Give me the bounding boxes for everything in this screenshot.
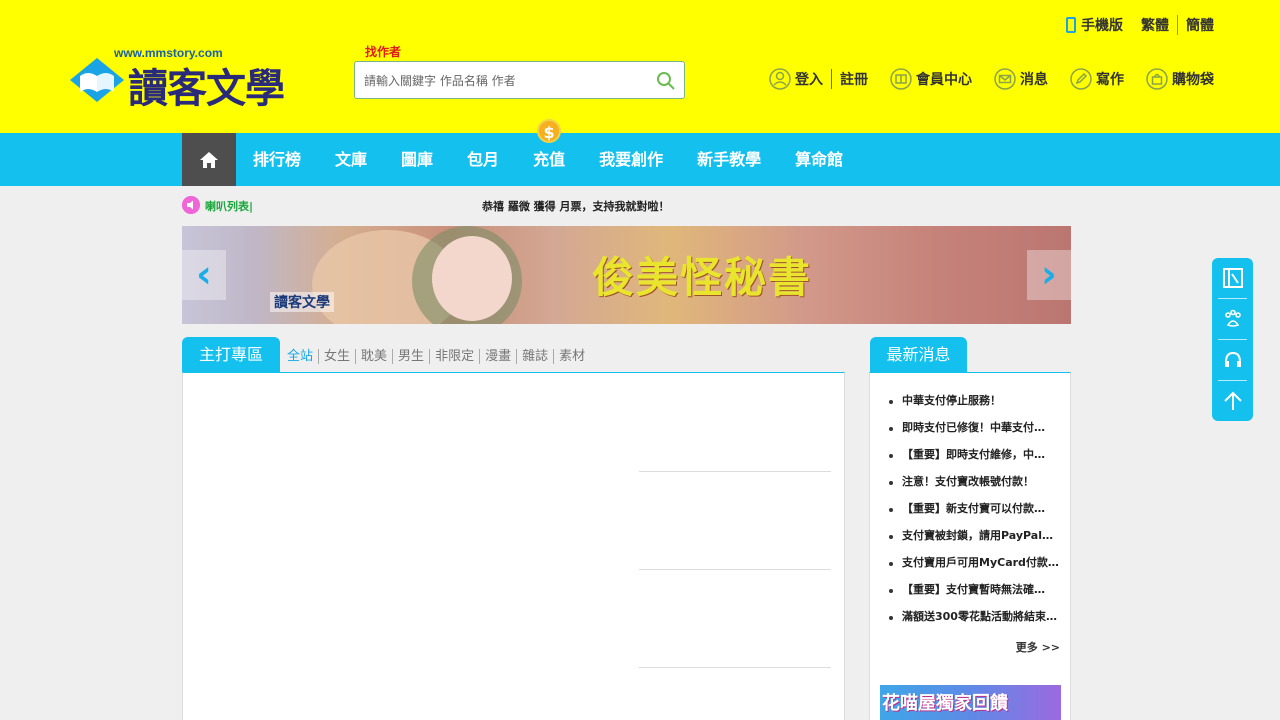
site-logo[interactable]: www.mmstory.com 讀客文學	[66, 46, 306, 112]
news-ad-banner[interactable]: 花喵屋獨家回饋	[880, 685, 1061, 720]
register-link[interactable]: 註冊	[840, 69, 868, 89]
login-link[interactable]: 登入	[795, 69, 823, 89]
side-toolbar	[1212, 258, 1253, 421]
nav-create[interactable]: 我要創作	[582, 133, 680, 186]
nav-gallery[interactable]: 圖庫	[384, 133, 450, 186]
nav-library[interactable]: 文庫	[318, 133, 384, 186]
mail-icon	[994, 68, 1016, 90]
simplified-chinese-link[interactable]: 簡體	[1186, 15, 1214, 35]
divider	[639, 569, 831, 570]
bookshelf-icon	[1222, 268, 1243, 288]
paw-button[interactable]	[1212, 299, 1253, 339]
user-links: 登入 註冊 會員中心 消息 寫作 購物袋	[769, 68, 1214, 90]
divider	[639, 471, 831, 472]
category-bl[interactable]: 耽美	[355, 349, 392, 364]
search-input[interactable]	[364, 71, 644, 91]
paw-icon	[1224, 309, 1241, 327]
banner-illustration	[432, 236, 512, 321]
banner-logo: 讀客文學	[270, 292, 334, 312]
news-ad-text: 花喵屋獨家回饋	[882, 693, 1008, 714]
news-item[interactable]: 【重要】即時支付維修，中…	[886, 445, 1064, 472]
search-box	[354, 61, 685, 99]
category-material[interactable]: 素材	[553, 349, 590, 364]
search-by-author-link[interactable]: 找作者	[365, 43, 401, 60]
news-item[interactable]: 即時支付已修復！中華支付…	[886, 418, 1064, 445]
user-icon	[769, 68, 791, 90]
shopping-bag[interactable]: 購物袋	[1146, 68, 1214, 90]
arrow-up-icon	[1223, 391, 1242, 410]
featured-categories: 全站 女生 耽美 男生 非限定 漫畫 雜誌 素材	[287, 349, 590, 364]
news-item[interactable]: 滿額送300零花點活動將結束…	[886, 607, 1064, 634]
nav-home[interactable]	[182, 133, 236, 186]
coin-icon: $	[537, 119, 562, 143]
news-item[interactable]: 注意！支付寶改帳號付款！	[886, 472, 1064, 499]
news-item[interactable]: 支付寶用戶可用MyCard付款…	[886, 553, 1064, 580]
back-to-top-button[interactable]	[1212, 381, 1253, 421]
news-item[interactable]: 【重要】支付寶暫時無法確…	[886, 580, 1064, 607]
login-register: 登入 註冊	[769, 68, 868, 90]
category-all[interactable]: 全站	[287, 349, 318, 364]
nav-ranking[interactable]: 排行榜	[236, 133, 318, 186]
nav-tutorial[interactable]: 新手教學	[680, 133, 778, 186]
home-icon	[200, 151, 218, 168]
category-comics[interactable]: 漫畫	[479, 349, 516, 364]
news-panel: 中華支付停止服務！ 即時支付已修復！中華支付… 【重要】即時支付維修，中… 注意…	[869, 372, 1071, 720]
write-link[interactable]: 寫作	[1096, 69, 1124, 89]
headset-icon	[1224, 351, 1241, 367]
book-icon	[890, 68, 912, 90]
nav-topup-label: 充值	[533, 150, 566, 169]
category-unlimited[interactable]: 非限定	[429, 349, 479, 364]
shopping-bag-icon	[1146, 68, 1168, 90]
book-logo-icon	[70, 58, 124, 102]
mobile-icon	[1066, 17, 1076, 33]
site-header: www.mmstory.com 讀客文學 找作者 手機版 繁體 簡體	[0, 0, 1280, 133]
shopping-bag-link[interactable]: 購物袋	[1172, 69, 1214, 89]
customer-service-button[interactable]	[1212, 340, 1253, 380]
speaker-list-link[interactable]: 喇叭列表|	[205, 198, 253, 214]
nav-topup[interactable]: $ 充值	[516, 119, 582, 186]
news-item[interactable]: 中華支付停止服務！	[886, 391, 1064, 418]
banner-prev-button[interactable]: ‹	[182, 250, 226, 300]
announcement-ticker: 喇叭列表| 恭禧 羅微 獲得 月票，支持我就對啦！	[182, 196, 1071, 214]
write[interactable]: 寫作	[1070, 68, 1124, 90]
ticker-message: 恭禧 羅微 獲得 月票，支持我就對啦！	[482, 200, 670, 213]
category-female[interactable]: 女生	[318, 349, 355, 364]
messages-link[interactable]: 消息	[1020, 69, 1048, 89]
pencil-icon	[1070, 68, 1092, 90]
messages[interactable]: 消息	[994, 68, 1048, 90]
nav-fortune[interactable]: 算命館	[778, 133, 860, 186]
news-tab[interactable]: 最新消息	[870, 337, 967, 373]
bookshelf-button[interactable]	[1212, 258, 1253, 298]
traditional-chinese-link[interactable]: 繁體	[1141, 15, 1169, 35]
nav-monthly[interactable]: 包月	[450, 133, 516, 186]
featured-tab[interactable]: 主打專區	[182, 337, 280, 373]
featured-panel	[182, 372, 845, 720]
search-icon[interactable]	[656, 71, 676, 91]
news-item[interactable]: 【重要】新支付寶可以付款…	[886, 499, 1064, 526]
banner-next-button[interactable]: ›	[1027, 250, 1071, 300]
mobile-version-link[interactable]: 手機版	[1081, 15, 1123, 35]
member-center-link[interactable]: 會員中心	[916, 69, 972, 89]
divider	[1177, 15, 1178, 35]
divider	[831, 69, 832, 89]
speaker-icon	[182, 196, 200, 214]
main-nav: 排行榜 文庫 圖庫 包月 $ 充值 我要創作 新手教學 算命館	[0, 119, 1280, 186]
category-magazine[interactable]: 雜誌	[516, 349, 553, 364]
news-more-link[interactable]: 更多 >>	[1016, 639, 1060, 655]
top-links: 手機版 繁體 簡體	[1066, 15, 1214, 35]
divider	[639, 667, 831, 668]
member-center[interactable]: 會員中心	[890, 68, 972, 90]
news-list: 中華支付停止服務！ 即時支付已修復！中華支付… 【重要】即時支付維修，中… 注意…	[886, 391, 1064, 634]
promo-banner[interactable]: 讀客文學 俊美怪秘書 ‹ ›	[182, 226, 1071, 324]
logo-text: 讀客文學	[128, 65, 285, 112]
category-male[interactable]: 男生	[392, 349, 429, 364]
news-item[interactable]: 支付寶被封鎖，請用PayPal…	[886, 526, 1064, 553]
banner-title: 俊美怪秘書	[592, 253, 813, 302]
